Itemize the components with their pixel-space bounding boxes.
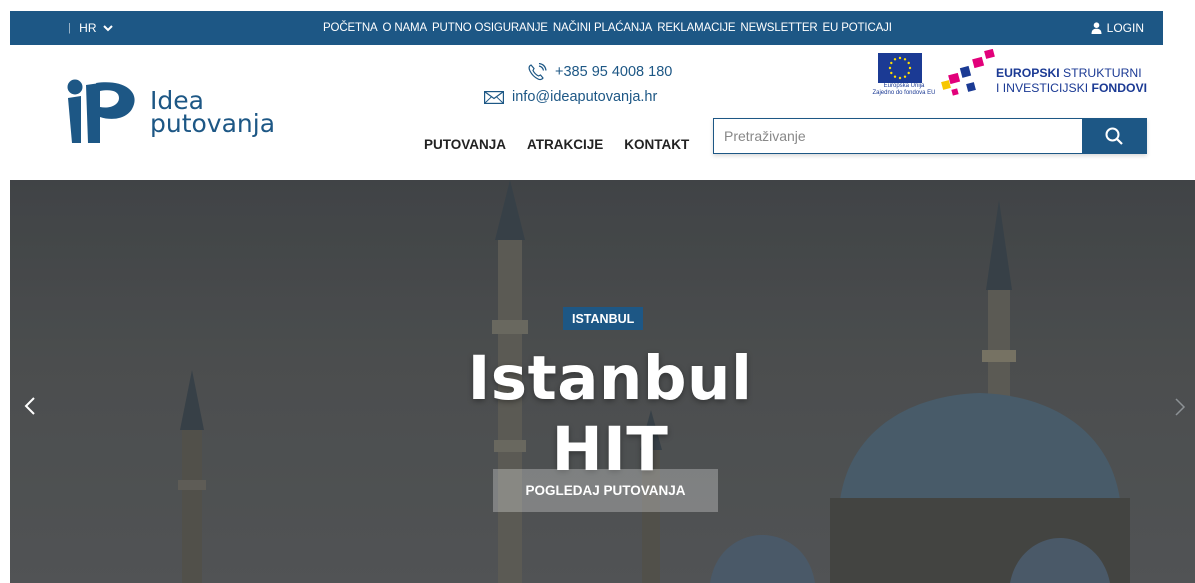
esf-logo-icon [941, 48, 997, 97]
top-nav-putno-osiguranje[interactable]: PUTNO OSIGURANJE [432, 22, 548, 34]
chevron-right-icon [1175, 398, 1186, 416]
top-nav-eu-poticaji[interactable]: EU POTICAJI [823, 22, 892, 34]
chevron-down-icon [103, 21, 113, 35]
slider-next-arrow[interactable] [1174, 397, 1186, 422]
email-contact[interactable]: info@ideaputovanja.hr [484, 89, 657, 105]
top-nav: POČETNA O NAMA PUTNO OSIGURANJE NAČINI P… [323, 11, 897, 45]
ip-logo-icon [67, 79, 135, 143]
search-input[interactable] [714, 119, 1082, 153]
hero-title: Istanbul HIT [467, 343, 753, 485]
logo-text: Idea putovanja [150, 88, 276, 138]
eu-caption-line2: Zajedno do fondova EU [872, 90, 936, 96]
esf-line1: EUROPSKI STRUKTURNI [996, 66, 1147, 81]
top-nav-o-nama[interactable]: O NAMA [383, 22, 428, 34]
esf-line2-rest: I INVESTICIJSKI [996, 81, 1092, 95]
main-nav: PUTOVANJA ATRAKCIJE KONTAKT [424, 137, 710, 152]
phone-icon [528, 63, 547, 81]
destination-tag[interactable]: ISTANBUL [563, 307, 644, 330]
top-nav-newsletter[interactable]: NEWSLETTER [740, 22, 817, 34]
email-address: info@ideaputovanja.hr [512, 89, 658, 105]
chevron-left-icon [24, 397, 35, 415]
phone-contact[interactable]: +385 95 4008 180 [527, 63, 672, 81]
eu-caption-line1: Europska Unija [883, 83, 925, 89]
user-icon [1091, 22, 1102, 34]
top-nav-reklamacije[interactable]: REKLAMACIJE [657, 22, 735, 34]
language-selector[interactable]: | HR [68, 11, 113, 45]
search-button[interactable] [1082, 119, 1146, 153]
search-bar [713, 118, 1147, 154]
main-nav-putovanja[interactable]: PUTOVANJA [424, 137, 506, 152]
top-nav-pocetna[interactable]: POČETNA [323, 22, 378, 34]
esf-line1-rest: STRUKTURNI [1059, 66, 1142, 80]
eu-flag-icon [878, 53, 922, 83]
site-logo[interactable]: Idea putovanja [66, 79, 286, 145]
phone-number: +385 95 4008 180 [555, 64, 673, 80]
esf-line2-bold: FONDOVI [1091, 81, 1148, 95]
search-icon [1105, 127, 1123, 145]
main-nav-atrakcije[interactable]: ATRAKCIJE [527, 137, 603, 152]
esf-text: EUROPSKI STRUKTURNI I INVESTICIJSKI FOND… [996, 66, 1147, 96]
logo-line-putovanja: putovanja [150, 109, 276, 138]
eu-caption: Europska Unija Zajedno do fondova EU [864, 83, 944, 97]
language-label: HR [79, 21, 97, 35]
mail-icon [484, 90, 504, 104]
eu-flag-logo[interactable]: Europska Unija Zajedno do fondova EU [864, 53, 944, 101]
login-label: LOGIN [1106, 21, 1144, 35]
top-bar: | HR POČETNA O NAMA PUTNO OSIGURANJE NAČ… [10, 11, 1163, 45]
top-nav-nacini-placanja[interactable]: NAČINI PLAĆANJA [553, 22, 653, 34]
slider-prev-arrow[interactable] [24, 396, 36, 421]
esf-line1-bold: EUROPSKI [996, 66, 1060, 80]
view-trips-button[interactable]: POGLEDAJ PUTOVANJA [493, 469, 718, 512]
divider: | [68, 22, 72, 34]
login-link[interactable]: LOGIN [1091, 11, 1144, 45]
esf-line2: I INVESTICIJSKI FONDOVI [996, 81, 1147, 96]
main-nav-kontakt[interactable]: KONTAKT [624, 137, 689, 152]
